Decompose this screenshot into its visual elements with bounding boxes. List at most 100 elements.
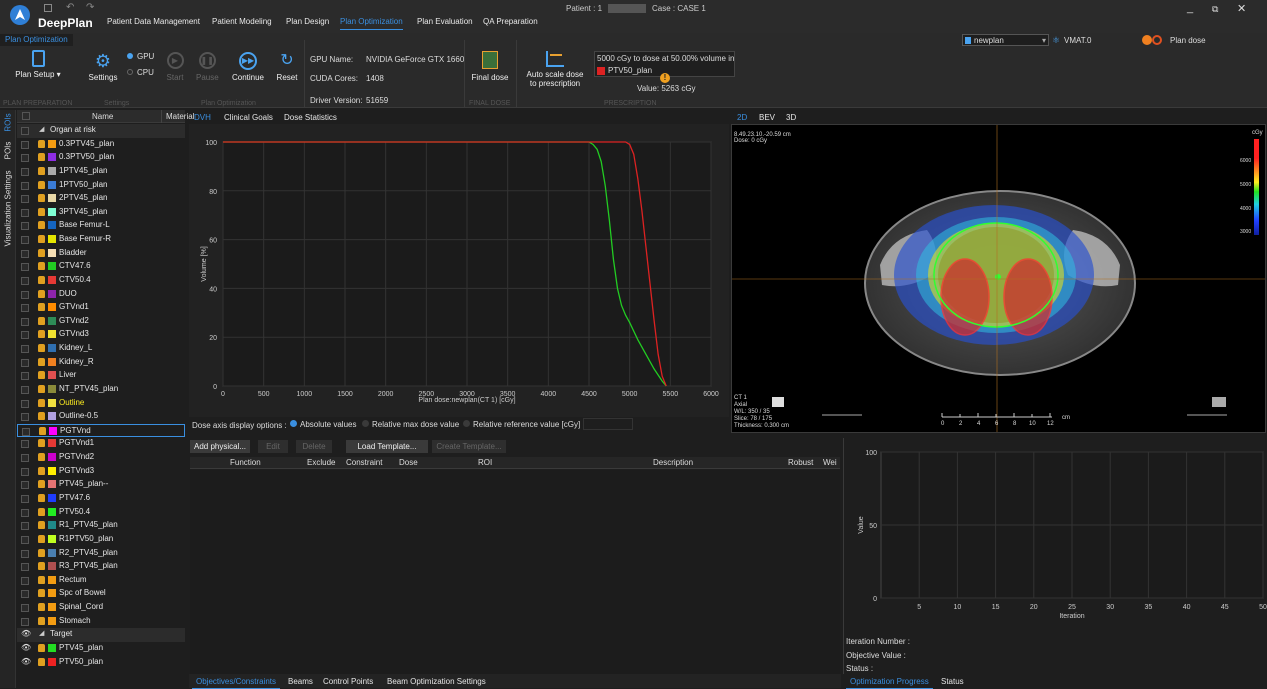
lock-icon[interactable] xyxy=(38,657,45,666)
lock-icon[interactable] xyxy=(38,139,45,148)
row-checkbox[interactable] xyxy=(21,440,29,449)
menu-patient-data[interactable]: Patient Data Management xyxy=(107,17,200,26)
plan-select[interactable]: newplan ▾ xyxy=(962,34,1049,46)
roi-color-swatch[interactable] xyxy=(48,139,56,148)
roi-color-swatch[interactable] xyxy=(48,344,56,353)
row-checkbox[interactable] xyxy=(21,454,29,463)
roi-color-swatch[interactable] xyxy=(48,289,56,298)
row-checkbox[interactable] xyxy=(21,495,29,503)
lock-icon[interactable] xyxy=(38,207,45,216)
row-checkbox[interactable] xyxy=(21,276,29,285)
roi-color-swatch[interactable] xyxy=(48,657,56,666)
lock-icon[interactable] xyxy=(38,303,45,312)
tab-optimization-progress[interactable]: Optimization Progress xyxy=(846,677,933,689)
list-item[interactable]: CTV47.6 xyxy=(17,260,185,274)
row-checkbox[interactable] xyxy=(21,154,29,163)
row-checkbox[interactable] xyxy=(21,263,29,272)
roi-color-swatch[interactable] xyxy=(48,439,56,448)
eye-icon[interactable]: 👁 xyxy=(21,629,31,638)
list-item[interactable]: Kidney_R xyxy=(17,356,185,370)
list-item[interactable]: 0.3PTV45_plan xyxy=(17,138,185,152)
lock-icon[interactable] xyxy=(38,316,45,325)
plan-setup-button[interactable]: Plan Setup ▾ xyxy=(15,50,61,79)
list-item[interactable]: PTV47.6 xyxy=(17,492,185,506)
save-icon[interactable] xyxy=(44,4,52,12)
row-checkbox[interactable] xyxy=(21,413,29,422)
col-dose[interactable]: Dose xyxy=(399,458,418,467)
col-constraint[interactable]: Constraint xyxy=(346,458,382,467)
row-checkbox[interactable] xyxy=(21,535,29,544)
lock-icon[interactable] xyxy=(38,221,45,230)
col-description[interactable]: Description xyxy=(653,458,693,467)
roi-color-swatch[interactable] xyxy=(48,330,56,339)
list-item[interactable]: 👁 PTV45_plan xyxy=(17,642,185,656)
tab-2d[interactable]: 2D xyxy=(732,113,752,125)
list-item[interactable]: 2PTV45_plan xyxy=(17,192,185,206)
roi-color-swatch[interactable] xyxy=(48,357,56,366)
expand-icon[interactable]: ◢ xyxy=(39,629,44,637)
list-item[interactable]: R1_PTV45_plan xyxy=(17,519,185,533)
menu-patient-modeling[interactable]: Patient Modeling xyxy=(212,17,272,26)
ribbon-tab-plan-optimization[interactable]: Plan Optimization xyxy=(0,34,73,46)
list-item[interactable]: R2_PTV45_plan xyxy=(17,547,185,561)
row-checkbox[interactable] xyxy=(21,549,29,558)
roi-color-swatch[interactable] xyxy=(48,303,56,312)
row-checkbox[interactable] xyxy=(21,563,29,572)
roi-color-swatch[interactable] xyxy=(48,194,56,203)
lock-icon[interactable] xyxy=(38,521,45,530)
row-checkbox[interactable] xyxy=(21,208,29,217)
lock-icon[interactable] xyxy=(38,289,45,298)
list-item[interactable]: PGTVnd xyxy=(17,423,185,438)
list-item[interactable]: NT_PTV45_plan xyxy=(17,383,185,397)
roi-color-swatch[interactable] xyxy=(48,384,56,393)
list-item[interactable]: 👁 PTV50_plan xyxy=(17,656,185,670)
gpu-radio[interactable]: GPU xyxy=(127,52,154,61)
tree-group[interactable]: ◢ Organ at risk xyxy=(17,124,185,138)
eye-icon[interactable]: 👁 xyxy=(21,657,31,666)
lock-icon[interactable] xyxy=(38,562,45,571)
lock-icon[interactable] xyxy=(38,235,45,244)
delete-button[interactable]: Delete xyxy=(296,440,332,453)
lock-icon[interactable] xyxy=(38,616,45,625)
settings-button[interactable]: ⚙ Settings xyxy=(86,52,120,82)
roi-color-swatch[interactable] xyxy=(48,480,56,489)
list-item[interactable]: 3PTV45_plan xyxy=(17,206,185,220)
row-checkbox[interactable] xyxy=(21,249,29,258)
roi-color-swatch[interactable] xyxy=(48,153,56,162)
list-item[interactable]: PGTVnd1 xyxy=(17,437,185,451)
roi-color-swatch[interactable] xyxy=(48,643,56,652)
lock-icon[interactable] xyxy=(38,412,45,421)
list-item[interactable]: Rectum xyxy=(17,574,185,588)
sidebar-tab-pois[interactable]: POIs xyxy=(4,141,13,161)
lock-icon[interactable] xyxy=(38,180,45,189)
lock-icon[interactable] xyxy=(38,643,45,652)
col-function[interactable]: Function xyxy=(230,458,261,467)
sidebar-tab-rois[interactable]: ROIs xyxy=(4,113,13,133)
tab-objectives[interactable]: Objectives/Constraints xyxy=(191,677,281,689)
lock-icon[interactable] xyxy=(38,248,45,257)
lock-icon[interactable] xyxy=(38,480,45,489)
tab-dvh[interactable]: DVH xyxy=(190,113,215,125)
cpu-radio[interactable]: CPU xyxy=(127,68,154,77)
final-dose-button[interactable]: Final dose xyxy=(470,51,510,82)
tab-status[interactable]: Status xyxy=(941,677,964,686)
lock-icon[interactable] xyxy=(38,384,45,393)
row-checkbox[interactable] xyxy=(21,385,29,394)
lock-icon[interactable] xyxy=(38,194,45,203)
material-column-header[interactable]: Material xyxy=(166,112,194,121)
radio-absolute[interactable]: Absolute values xyxy=(290,420,356,429)
menu-plan-optimization[interactable]: Plan Optimization xyxy=(340,17,403,30)
row-checkbox[interactable] xyxy=(21,304,29,313)
roi-color-swatch[interactable] xyxy=(48,248,56,257)
list-item[interactable]: Bladder xyxy=(17,247,185,261)
tab-beams[interactable]: Beams xyxy=(288,677,313,686)
list-item[interactable]: DUO xyxy=(17,288,185,302)
roi-color-swatch[interactable] xyxy=(48,235,56,244)
menu-qa-preparation[interactable]: QA Preparation xyxy=(483,17,538,26)
row-checkbox[interactable] xyxy=(21,576,29,585)
list-item[interactable]: Spc of Bowel xyxy=(17,587,185,601)
expand-icon[interactable]: ◢ xyxy=(39,125,44,133)
row-checkbox[interactable] xyxy=(21,399,29,408)
row-checkbox[interactable] xyxy=(21,181,29,190)
roi-color-swatch[interactable] xyxy=(48,616,56,625)
